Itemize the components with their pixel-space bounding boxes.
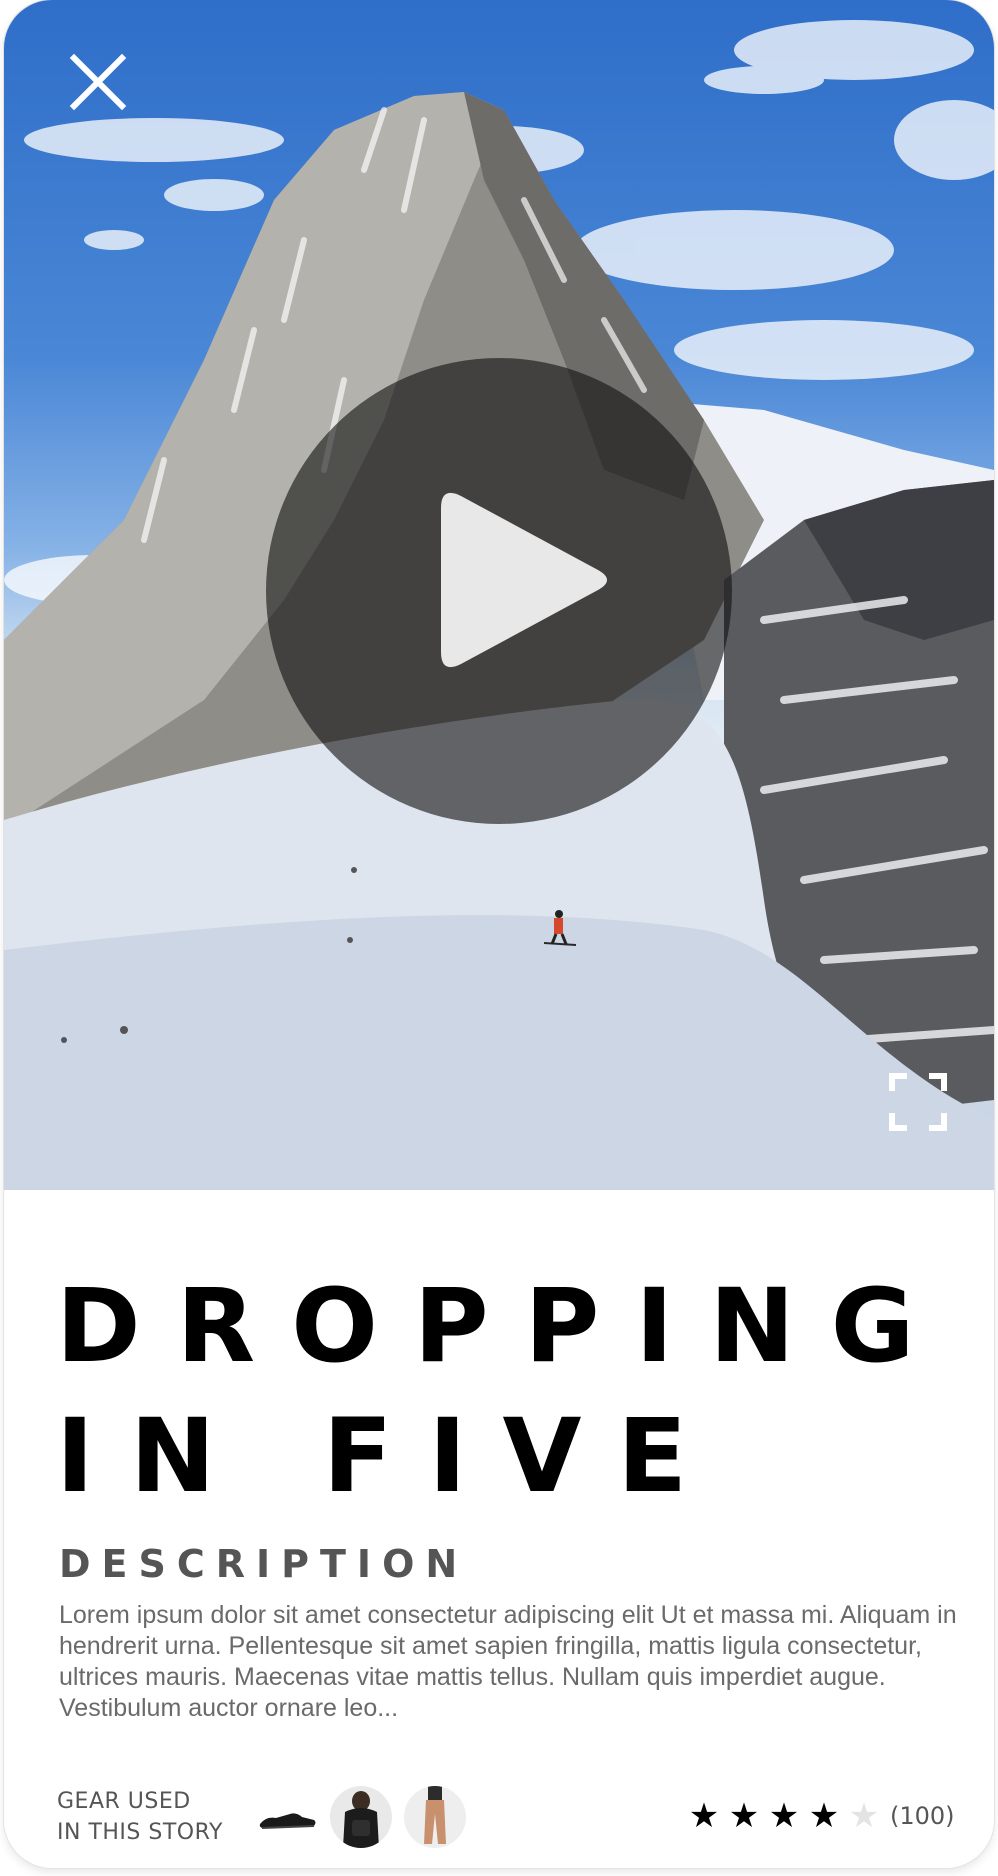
close-icon bbox=[69, 53, 127, 111]
story-title: DROPPING IN FIVE bbox=[56, 1262, 950, 1522]
gear-item-backpack[interactable] bbox=[330, 1786, 392, 1848]
description-heading: DESCRIPTION bbox=[59, 1542, 469, 1586]
fullscreen-button[interactable] bbox=[889, 1073, 947, 1131]
star-filled-icon: ★ bbox=[688, 1796, 720, 1836]
backpack-icon bbox=[330, 1786, 392, 1848]
gear-used-label: GEAR USED IN THIS STORY bbox=[57, 1786, 223, 1848]
story-card: DROPPING IN FIVE DESCRIPTION Lorem ipsum… bbox=[4, 0, 994, 1868]
gear-item-pants[interactable] bbox=[404, 1786, 466, 1848]
rating: ★ ★ ★ ★ ★ (100) bbox=[684, 1796, 955, 1836]
star-empty-icon: ★ bbox=[848, 1796, 880, 1836]
star-filled-icon: ★ bbox=[808, 1796, 840, 1836]
star-filled-icon: ★ bbox=[728, 1796, 760, 1836]
gear-item-shoe[interactable] bbox=[256, 1786, 318, 1848]
close-button[interactable] bbox=[66, 50, 130, 114]
shoe-icon bbox=[256, 1786, 318, 1848]
story-title-line-2: IN FIVE bbox=[56, 1397, 724, 1516]
pants-icon bbox=[404, 1786, 466, 1848]
fullscreen-icon bbox=[889, 1073, 947, 1131]
rating-count: (100) bbox=[890, 1802, 955, 1830]
play-button[interactable] bbox=[266, 358, 732, 824]
gear-used-label-line-1: GEAR USED bbox=[57, 1789, 191, 1814]
video-player[interactable] bbox=[4, 0, 994, 1190]
play-icon bbox=[441, 492, 607, 668]
story-title-line-1: DROPPING bbox=[56, 1267, 951, 1386]
gear-used-label-line-2: IN THIS STORY bbox=[57, 1820, 223, 1845]
description-text: Lorem ipsum dolor sit amet consectetur a… bbox=[59, 1601, 957, 1722]
star-filled-icon: ★ bbox=[768, 1796, 800, 1836]
